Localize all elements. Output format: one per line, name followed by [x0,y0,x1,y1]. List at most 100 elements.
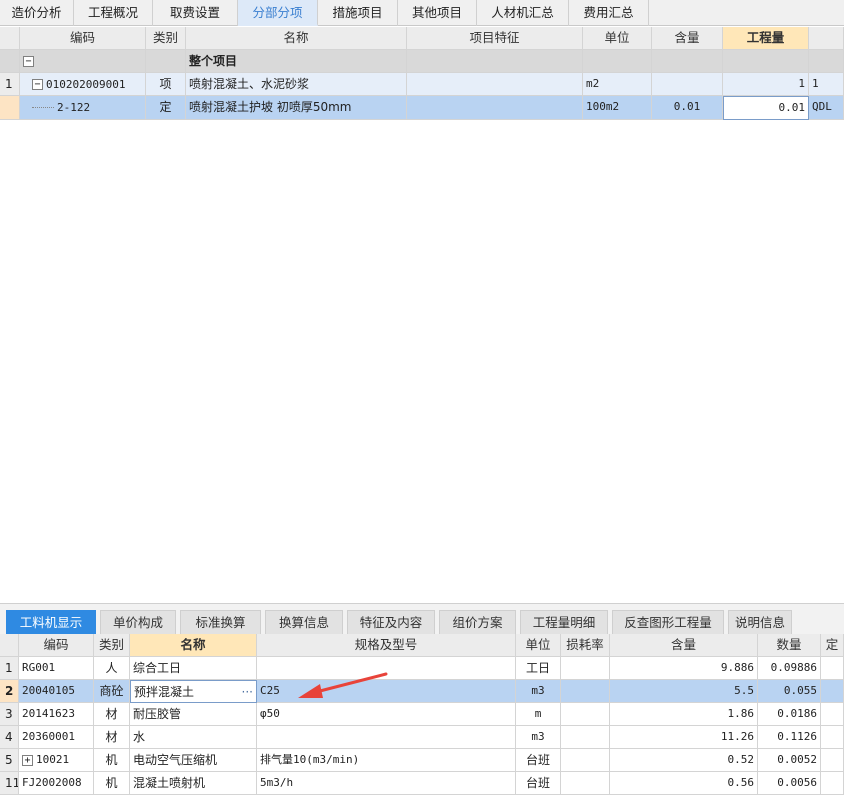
ellipsis-button[interactable]: ··· [242,681,253,702]
content-cell[interactable]: 5.5 [610,680,758,703]
type-cell[interactable]: 人 [94,657,130,680]
unit-cell[interactable]: m2 [583,73,652,96]
quantity-cell[interactable]: 0.055 [758,680,821,703]
code-cell[interactable]: −010202009001 [20,73,146,96]
tab-conversion-info[interactable]: 换算信息 [265,610,343,634]
code-cell[interactable]: +10021 [19,749,94,772]
quantity-input[interactable]: 0.01 [723,96,809,120]
code-cell[interactable]: 2-122 [20,96,146,120]
tab-description[interactable]: 说明信息 [728,610,792,634]
table-row[interactable]: 11 FJ2002008 机 混凝土喷射机 5m3/h 台班 0.56 0.00… [0,772,844,795]
header-cell-code[interactable]: 编码 [20,27,146,50]
group-title[interactable]: 整个项目 [186,50,407,73]
header-cell-name[interactable]: 名称 [186,27,407,50]
tab-standard-conversion[interactable]: 标准换算 [180,610,261,634]
type-cell[interactable]: 材 [94,703,130,726]
extra-cell[interactable] [809,50,844,73]
name-cell[interactable]: 耐压胶管 [130,703,257,726]
tab-measures[interactable]: 措施项目 [318,0,398,26]
name-input[interactable]: 预拌混凝土 ··· [130,680,257,703]
unit-cell[interactable] [583,50,652,73]
extra-cell[interactable]: QDL [809,96,844,120]
spec-cell[interactable]: 5m3/h [257,772,516,795]
loss-cell[interactable] [561,657,610,680]
quantity-cell[interactable]: 0.1126 [758,726,821,749]
spec-cell[interactable] [257,726,516,749]
content-cell[interactable]: 1.86 [610,703,758,726]
tab-quantity-detail[interactable]: 工程量明细 [520,610,608,634]
fixed-cell[interactable] [821,703,844,726]
type-cell[interactable]: 定 [146,96,186,120]
name-cell[interactable]: 综合工日 [130,657,257,680]
header-cell-loss-rate[interactable]: 损耗率 [561,634,610,657]
table-row-item[interactable]: 1 −010202009001 项 喷射混凝土、水泥砂浆 m2 1 1 [0,73,844,96]
table-row-group[interactable]: − 整个项目 [0,50,844,73]
tab-pricing-scheme[interactable]: 组价方案 [439,610,516,634]
loss-cell[interactable] [561,703,610,726]
table-row[interactable]: 4 20360001 材 水 m3 11.26 0.1126 [0,726,844,749]
feature-cell[interactable] [407,73,583,96]
unit-cell[interactable]: 工日 [516,657,561,680]
table-row[interactable]: 3 20141623 材 耐压胶管 φ50 m 1.86 0.0186 [0,703,844,726]
table-row-selected[interactable]: 2-122 定 喷射混凝土护坡 初喷厚50mm 100m2 0.01 0.01 … [0,96,844,120]
code-cell[interactable]: FJ2002008 [19,772,94,795]
code-cell[interactable]: 20360001 [19,726,94,749]
name-cell[interactable]: 喷射混凝土、水泥砂浆 [186,73,407,96]
header-cell-quantity[interactable]: 工程量 [723,27,809,50]
unit-cell[interactable]: m3 [516,726,561,749]
type-cell[interactable] [146,50,186,73]
name-cell[interactable]: 混凝土喷射机 [130,772,257,795]
quantity-cell[interactable]: 0.0052 [758,749,821,772]
tab-other-items[interactable]: 其他项目 [398,0,477,26]
header-cell-code[interactable]: 编码 [19,634,94,657]
type-cell[interactable]: 项 [146,73,186,96]
tab-unit-price-composition[interactable]: 单价构成 [100,610,176,634]
fixed-cell[interactable] [821,749,844,772]
content-cell[interactable]: 9.886 [610,657,758,680]
loss-cell[interactable] [561,772,610,795]
table-row[interactable]: 5 +10021 机 电动空气压缩机 排气量10(m3/min) 台班 0.52… [0,749,844,772]
tab-labor-material-display[interactable]: 工料机显示 [6,610,96,634]
collapse-icon[interactable]: − [32,79,43,90]
unit-cell[interactable]: m3 [516,680,561,703]
code-cell[interactable]: − [20,50,146,73]
type-cell[interactable]: 机 [94,749,130,772]
content-cell[interactable]: 11.26 [610,726,758,749]
code-cell[interactable]: RG001 [19,657,94,680]
header-cell-name[interactable]: 名称 [130,634,257,657]
header-cell-type[interactable]: 类别 [94,634,130,657]
tab-cost-analysis[interactable]: 造价分析 [0,0,74,26]
type-cell[interactable]: 机 [94,772,130,795]
spec-cell[interactable]: φ50 [257,703,516,726]
extra-cell[interactable]: 1 [809,73,844,96]
unit-cell[interactable]: m [516,703,561,726]
unit-cell[interactable]: 台班 [516,772,561,795]
quantity-cell[interactable]: 0.09886 [758,657,821,680]
unit-cell[interactable]: 100m2 [583,96,652,120]
table-row-selected[interactable]: 2 20040105 商砼 预拌混凝土 ··· C25 m3 5.5 0.055 [0,680,844,703]
code-cell[interactable]: 20040105 [19,680,94,703]
unit-cell[interactable]: 台班 [516,749,561,772]
name-cell[interactable]: 水 [130,726,257,749]
fixed-cell[interactable] [821,657,844,680]
header-cell-unit[interactable]: 单位 [583,27,652,50]
header-cell-unit[interactable]: 单位 [516,634,561,657]
header-cell-type[interactable]: 类别 [146,27,186,50]
loss-cell[interactable] [561,726,610,749]
feature-cell[interactable] [407,96,583,120]
header-cell-content[interactable]: 含量 [610,634,758,657]
code-cell[interactable]: 20141623 [19,703,94,726]
tab-project-overview[interactable]: 工程概况 [74,0,153,26]
table-row[interactable]: 1 RG001 人 综合工日 工日 9.886 0.09886 [0,657,844,680]
type-cell[interactable]: 材 [94,726,130,749]
content-cell[interactable] [652,73,723,96]
quantity-cell[interactable]: 0.0056 [758,772,821,795]
header-cell-feature[interactable]: 项目特征 [407,27,583,50]
header-cell-spec[interactable]: 规格及型号 [257,634,516,657]
expand-icon[interactable]: + [22,754,33,766]
feature-cell[interactable] [407,50,583,73]
loss-cell[interactable] [561,680,610,703]
header-cell-content[interactable]: 含量 [652,27,723,50]
tab-labor-material-summary[interactable]: 人材机汇总 [477,0,569,26]
content-cell[interactable]: 0.56 [610,772,758,795]
